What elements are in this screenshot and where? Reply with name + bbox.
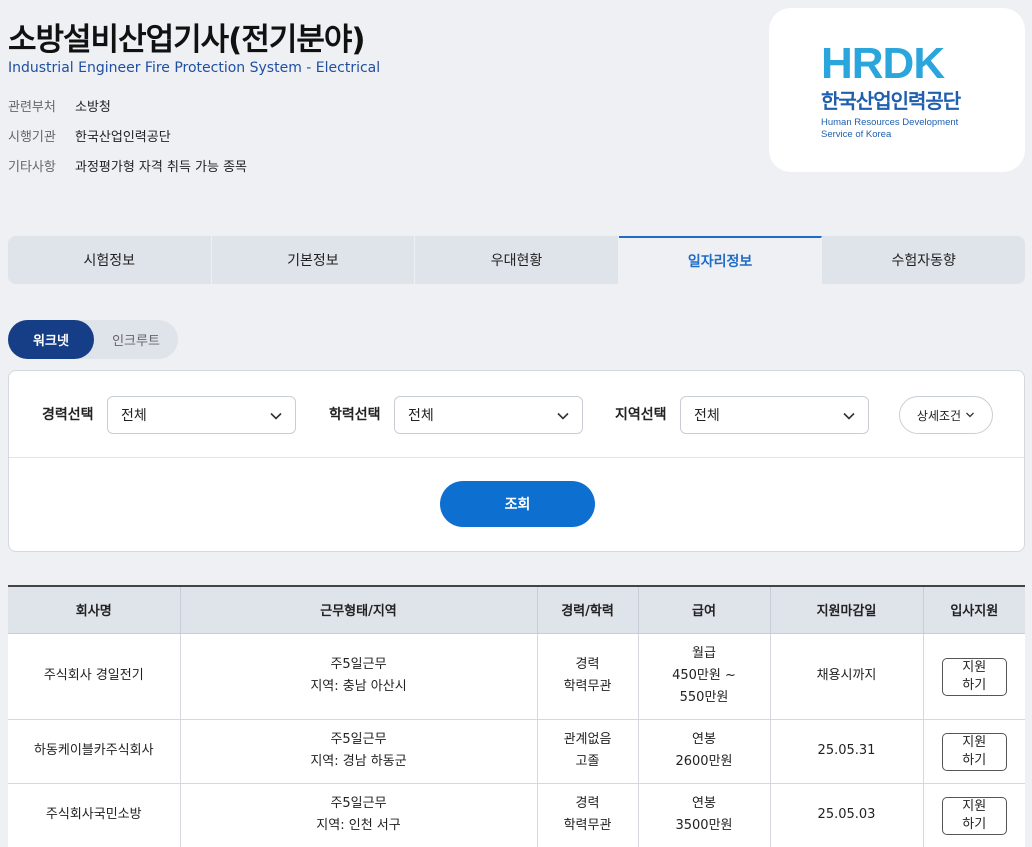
meta-key: 관련부처 <box>8 100 56 115</box>
chevron-down-icon <box>966 412 975 418</box>
work-type: 주5일근무 지역: 경남 하동군 <box>180 719 538 784</box>
col-pay: 급여 <box>638 585 771 634</box>
pay: 연봉 3500만원 <box>638 783 771 847</box>
filter-panel: 경력선택 전체 학력선택 전체 지역선택 전체 상세조건 조회 <box>8 370 1025 552</box>
meta-value: 소방청 <box>75 100 111 115</box>
deadline: 25.05.31 <box>770 719 924 784</box>
table-row: 하동케이블카주식회사 주5일근무 지역: 경남 하동군 관계없음 고졸 연봉 2… <box>8 719 1025 784</box>
col-career: 경력/학력 <box>537 585 639 634</box>
detail-conditions-button[interactable]: 상세조건 <box>899 396 993 434</box>
tab-job-info[interactable]: 일자리정보 <box>618 236 823 284</box>
apply-button[interactable]: 지원 하기 <box>941 657 1007 696</box>
career-edu: 경력 학력무관 <box>537 633 639 720</box>
apply-cell: 지원 하기 <box>923 633 1025 720</box>
filter-divider <box>9 457 1024 458</box>
career-label: 경력선택 <box>42 407 94 423</box>
page-subtitle: Industrial Engineer Fire Protection Syst… <box>8 60 381 76</box>
meta-value: 과정평가형 자격 취득 가능 종목 <box>75 160 248 175</box>
career-select[interactable]: 전체 <box>107 396 296 434</box>
chevron-down-icon <box>557 412 569 420</box>
chevron-down-icon <box>270 412 282 420</box>
logo-english-1: Human Resources Development <box>821 117 959 128</box>
meta-row-agency: 시행기관 한국산업인력공단 <box>8 126 171 145</box>
meta-value: 한국산업인력공단 <box>75 130 171 145</box>
tab-basic-info[interactable]: 기본정보 <box>212 236 416 284</box>
apply-button[interactable]: 지원 하기 <box>941 732 1007 771</box>
work-type: 주5일근무 지역: 충남 아산시 <box>180 633 538 720</box>
hrdk-logo-card: HRDK 한국산업인력공단 Human Resources Developmen… <box>769 8 1025 172</box>
meta-key: 시행기관 <box>8 130 56 145</box>
region-value: 전체 <box>694 408 720 424</box>
toggle-incruit[interactable]: 인크루트 <box>94 320 178 359</box>
apply-cell: 지원 하기 <box>923 783 1025 847</box>
detail-conditions-label: 상세조건 <box>916 408 962 423</box>
logo-mark: HRDK <box>821 40 945 88</box>
pay: 월급 450만원 ~ 550만원 <box>638 633 771 720</box>
col-work: 근무형태/지역 <box>180 585 538 634</box>
table-row: 주식회사국민소방 주5일근무 지역: 인천 서구 경력 학력무관 연봉 3500… <box>8 783 1025 847</box>
region-select[interactable]: 전체 <box>680 396 869 434</box>
col-deadline: 지원마감일 <box>770 585 924 634</box>
chevron-down-icon <box>843 412 855 420</box>
meta-row-note: 기타사항 과정평가형 자격 취득 가능 종목 <box>8 156 247 175</box>
page-title: 소방설비산업기사(전기분야) <box>8 22 366 58</box>
search-button[interactable]: 조회 <box>440 481 595 527</box>
source-toggle: 워크넷 인크루트 <box>8 320 178 359</box>
education-label: 학력선택 <box>329 407 381 423</box>
meta-key: 기타사항 <box>8 160 56 175</box>
education-select[interactable]: 전체 <box>394 396 583 434</box>
table-header-row: 회사명 근무형태/지역 경력/학력 급여 지원마감일 입사지원 <box>8 585 1025 634</box>
deadline: 25.05.03 <box>770 783 924 847</box>
apply-cell: 지원 하기 <box>923 719 1025 784</box>
deadline: 채용시까지 <box>770 633 924 720</box>
career-edu: 관계없음 고졸 <box>537 719 639 784</box>
col-company: 회사명 <box>8 585 181 634</box>
work-type: 주5일근무 지역: 인천 서구 <box>180 783 538 847</box>
career-edu: 경력 학력무관 <box>537 783 639 847</box>
logo-english-2: Service of Korea <box>821 129 892 140</box>
region-label: 지역선택 <box>615 407 667 423</box>
tab-exam-info[interactable]: 시험정보 <box>8 236 212 284</box>
pay: 연봉 2600만원 <box>638 719 771 784</box>
jobs-table: 회사명 근무형태/지역 경력/학력 급여 지원마감일 입사지원 주식회사 경일전… <box>8 585 1025 847</box>
company-name[interactable]: 주식회사국민소방 <box>8 783 181 847</box>
company-name[interactable]: 하동케이블카주식회사 <box>8 719 181 784</box>
career-value: 전체 <box>121 408 147 424</box>
company-name[interactable]: 주식회사 경일전기 <box>8 633 181 720</box>
education-value: 전체 <box>408 408 434 424</box>
col-apply: 입사지원 <box>923 585 1025 634</box>
apply-button[interactable]: 지원 하기 <box>941 796 1007 835</box>
tab-preference[interactable]: 우대현황 <box>415 236 619 284</box>
logo-korean: 한국산업인력공단 <box>821 89 962 113</box>
tab-applicant-trend[interactable]: 수험자동향 <box>822 236 1025 284</box>
main-tabs: 시험정보 기본정보 우대현황 일자리정보 수험자동향 <box>8 236 1025 284</box>
meta-row-ministry: 관련부처 소방청 <box>8 96 111 115</box>
hrdk-logo: HRDK 한국산업인력공단 Human Resources Developmen… <box>821 40 963 140</box>
table-row: 주식회사 경일전기 주5일근무 지역: 충남 아산시 경력 학력무관 월급 45… <box>8 633 1025 720</box>
toggle-worknet[interactable]: 워크넷 <box>8 320 94 359</box>
